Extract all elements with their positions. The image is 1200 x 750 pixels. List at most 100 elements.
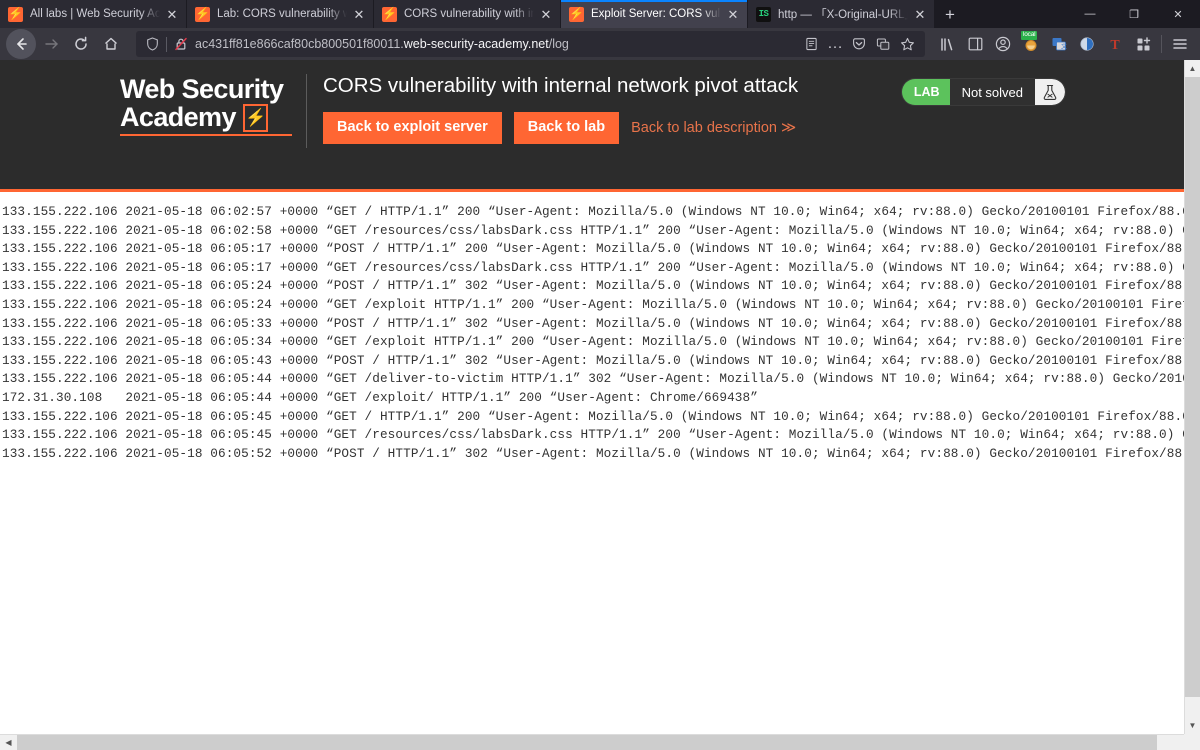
site-identity-block[interactable]	[142, 36, 191, 52]
vertical-scrollbar[interactable]: ▲ ▼	[1184, 60, 1200, 734]
web-security-academy-logo[interactable]: Web Security Academy ⚡	[120, 72, 300, 137]
tab-title: CORS vulnerability with internal	[404, 8, 534, 20]
scrollbar-corner	[1184, 734, 1200, 750]
reader-view-icon[interactable]	[799, 32, 823, 56]
lab-status-widget[interactable]: LAB Not solved	[900, 78, 1066, 106]
translate-page-icon[interactable]	[871, 32, 895, 56]
logo-underline	[120, 133, 292, 137]
tab-all-labs[interactable]: ⚡ All labs | Web Security Academy ✕	[0, 0, 187, 28]
tab-close-icon[interactable]: ✕	[538, 6, 554, 22]
vertical-scroll-track[interactable]	[1184, 77, 1200, 717]
access-log: 133.155.222.106 2021-05-18 06:02:57 +000…	[0, 192, 1184, 463]
horizontal-scrollbar[interactable]: ◀	[0, 734, 1200, 750]
url-path: /log	[548, 37, 569, 51]
lab-header-inner: Web Security Academy ⚡ CORS vulnerabilit…	[120, 60, 1184, 158]
lock-crossed-icon[interactable]	[171, 37, 191, 51]
lab-header: Web Security Academy ⚡ CORS vulnerabilit…	[0, 60, 1184, 192]
home-icon[interactable]	[96, 29, 126, 59]
tab-close-icon[interactable]: ✕	[725, 6, 741, 22]
logo-line-2-text: Academy	[120, 101, 236, 132]
address-bar[interactable]: ac431ff81e866caf80cb800501f80011.web-sec…	[136, 31, 925, 57]
library-icon[interactable]	[933, 30, 961, 58]
page-content: Web Security Academy ⚡ CORS vulnerabilit…	[0, 60, 1184, 734]
tab-lab-cors[interactable]: ⚡ Lab: CORS vulnerability with int ✕	[187, 0, 374, 28]
tab-close-icon[interactable]: ✕	[351, 6, 367, 22]
tab-close-icon[interactable]: ✕	[164, 6, 180, 22]
identity-divider	[166, 36, 167, 52]
vertical-scroll-thumb[interactable]	[1184, 77, 1200, 697]
account-icon[interactable]	[989, 30, 1017, 58]
security-extension-icon[interactable]	[1073, 30, 1101, 58]
navigation-toolbar: ac431ff81e866caf80cb800501f80011.web-sec…	[0, 28, 1200, 60]
tab-http-article[interactable]: IS http — 「X-Original-URL」および「 ✕	[748, 0, 935, 28]
menu-icon[interactable]	[1166, 30, 1194, 58]
url-text[interactable]: ac431ff81e866caf80cb800501f80011.web-sec…	[191, 37, 799, 51]
burp-favicon-icon: ⚡	[382, 6, 397, 22]
scroll-up-button[interactable]: ▲	[1184, 60, 1200, 77]
scroll-down-button[interactable]: ▼	[1184, 717, 1200, 734]
logo-line-1: Web Security	[120, 74, 284, 104]
back-to-lab-button[interactable]: Back to lab	[513, 112, 620, 144]
tab-cors-internal[interactable]: ⚡ CORS vulnerability with internal ✕	[374, 0, 561, 28]
address-bar-actions: …	[799, 32, 919, 56]
tab-close-icon[interactable]: ✕	[912, 6, 928, 22]
lab-status-text: Not solved	[961, 84, 1023, 100]
local-proxy-extension-icon[interactable]: local	[1017, 30, 1045, 58]
back-to-lab-description-link[interactable]: Back to lab description ≫	[631, 120, 796, 136]
log-line: 133.155.222.106 2021-05-18 06:05:45 +000…	[2, 427, 1184, 443]
more-options-icon[interactable]: …	[823, 32, 847, 56]
maximize-button[interactable]: ❐	[1112, 0, 1156, 28]
logo-line-2: Academy ⚡	[120, 101, 300, 132]
log-line: 133.155.222.106 2021-05-18 06:05:52 +000…	[2, 445, 1184, 461]
svg-text:文: 文	[1061, 43, 1067, 51]
horizontal-scroll-track[interactable]	[17, 734, 1200, 750]
log-line: 133.155.222.106 2021-05-18 06:05:45 +000…	[2, 408, 1184, 424]
pocket-icon[interactable]	[847, 32, 871, 56]
horizontal-scroll-thumb[interactable]	[17, 734, 1157, 750]
log-line: 133.155.222.106 2021-05-18 06:05:17 +000…	[2, 259, 1184, 275]
log-line: 133.155.222.106 2021-05-18 06:02:58 +000…	[2, 222, 1184, 238]
burp-favicon-icon: ⚡	[195, 6, 210, 22]
reload-icon[interactable]	[66, 29, 96, 59]
burp-favicon-icon: ⚡	[569, 6, 584, 22]
log-line: 133.155.222.106 2021-05-18 06:05:24 +000…	[2, 296, 1184, 312]
log-line: 133.155.222.106 2021-05-18 06:05:17 +000…	[2, 241, 1184, 257]
browser-window: ⚡ All labs | Web Security Academy ✕ ⚡ La…	[0, 0, 1200, 750]
tab-title: All labs | Web Security Academy	[30, 8, 160, 20]
tab-list: ⚡ All labs | Web Security Academy ✕ ⚡ La…	[0, 0, 935, 28]
svg-text:T: T	[1110, 38, 1120, 52]
log-line: 133.155.222.106 2021-05-18 06:02:57 +000…	[2, 204, 1184, 219]
log-line: 172.31.30.108 2021-05-18 06:05:44 +0000 …	[2, 389, 758, 405]
log-line: 133.155.222.106 2021-05-18 06:05:34 +000…	[2, 334, 1184, 350]
page-viewport: Web Security Academy ⚡ CORS vulnerabilit…	[0, 60, 1200, 750]
scroll-left-button[interactable]: ◀	[0, 735, 17, 750]
local-badge: local	[1021, 31, 1038, 40]
tampermonkey-icon[interactable]: T	[1101, 30, 1129, 58]
lab-button-row: Back to exploit server Back to lab Back …	[323, 112, 1184, 144]
window-controls: — ❐ ✕	[1068, 0, 1200, 28]
tab-exploit-server[interactable]: ⚡ Exploit Server: CORS vulnerabili ✕	[561, 0, 748, 28]
extensions-grid-icon[interactable]	[1129, 30, 1157, 58]
forward-icon[interactable]	[36, 29, 66, 59]
bookmark-star-icon[interactable]	[895, 32, 919, 56]
tab-title: Exploit Server: CORS vulnerabili	[591, 8, 721, 20]
url-prefix: ac431ff81e866caf80cb800501f80011.	[195, 37, 404, 51]
close-window-button[interactable]: ✕	[1156, 0, 1200, 28]
toolbar-divider	[1161, 35, 1162, 53]
log-line: 133.155.222.106 2021-05-18 06:05:44 +000…	[2, 371, 1184, 387]
lab-tag: LAB	[901, 79, 950, 105]
minimize-button[interactable]: —	[1068, 0, 1112, 28]
sidebar-icon[interactable]	[961, 30, 989, 58]
shield-icon[interactable]	[142, 37, 162, 51]
new-tab-button[interactable]: +	[935, 0, 965, 28]
extensions-toolbar: local 文 T	[933, 30, 1194, 58]
log-line: 133.155.222.106 2021-05-18 06:05:24 +000…	[2, 278, 1184, 294]
back-to-exploit-server-button[interactable]: Back to exploit server	[323, 112, 502, 144]
back-icon[interactable]	[6, 29, 36, 59]
url-host: web-security-academy.net	[403, 37, 549, 51]
tab-strip: ⚡ All labs | Web Security Academy ✕ ⚡ La…	[0, 0, 1200, 28]
burp-favicon-icon: ⚡	[8, 6, 23, 22]
tab-title: Lab: CORS vulnerability with int	[217, 8, 347, 20]
translate-extension-icon[interactable]: 文	[1045, 30, 1073, 58]
flask-icon	[1035, 79, 1065, 105]
